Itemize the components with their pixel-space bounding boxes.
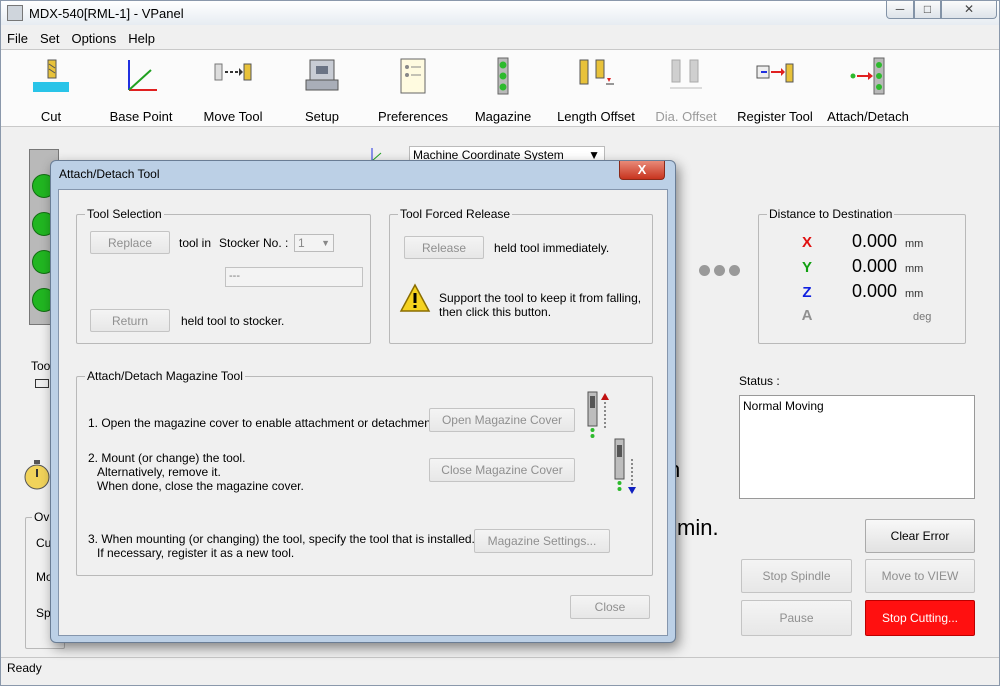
menu-help[interactable]: Help xyxy=(122,29,161,48)
clear-error-button[interactable]: Clear Error xyxy=(865,519,975,553)
attach-detach-dialog: Attach/Detach Tool X Tool Selection Repl… xyxy=(50,160,676,643)
tool-selection-group: Tool Selection Replace tool in Stocker N… xyxy=(76,207,371,344)
stop-spindle-button[interactable]: Stop Spindle xyxy=(741,559,852,593)
menu-set[interactable]: Set xyxy=(34,29,66,48)
dots-indicator xyxy=(699,265,743,277)
dialog-title: Attach/Detach Tool xyxy=(59,167,160,181)
move-to-view-button[interactable]: Move to VIEW xyxy=(865,559,975,593)
preferences-icon xyxy=(400,58,426,94)
status-label: Status : xyxy=(739,374,780,388)
toolbar-dia-offset-button: Dia. Offset xyxy=(649,56,723,126)
toolbar-magazine-button[interactable]: Magazine xyxy=(467,56,539,126)
axis-z-value: 0.000 xyxy=(851,281,897,301)
axis-row-x: X 0.000 mm xyxy=(801,231,924,251)
toolbar-register-tool-button[interactable]: Register Tool xyxy=(733,56,817,126)
dialog-body: Tool Selection Replace tool in Stocker N… xyxy=(58,189,668,636)
app-icon xyxy=(7,5,23,21)
open-cover-icon xyxy=(587,391,609,438)
cut-icon xyxy=(33,59,69,92)
status-bar: Ready xyxy=(1,657,999,685)
warning-icon xyxy=(399,283,431,312)
release-button[interactable]: Release xyxy=(404,236,484,259)
close-button[interactable]: Close xyxy=(570,595,650,619)
timer-icon xyxy=(24,460,50,490)
status-text: Normal Moving xyxy=(743,399,824,413)
window-title: MDX-540[RML-1] - VPanel xyxy=(29,6,184,21)
axis-row-a: A deg xyxy=(801,307,932,324)
tool-small-icon xyxy=(35,379,49,388)
axis-row-z: Z 0.000 mm xyxy=(802,281,924,301)
toolbar-attach-detach-button[interactable]: Attach/Detach xyxy=(823,56,913,126)
stop-cutting-button[interactable]: Stop Cutting... xyxy=(865,600,975,636)
minimize-button[interactable]: ─ xyxy=(886,1,914,19)
toolbar-preferences-button[interactable]: Preferences xyxy=(373,56,453,126)
axis-x-value: 0.000 xyxy=(851,231,897,251)
menu-file[interactable]: File xyxy=(1,29,34,48)
magazine-tool-group: Attach/Detach Magazine Tool 1. Open the … xyxy=(76,369,653,576)
tool-name-field: --- xyxy=(225,267,363,287)
axis-y-value: 0.000 xyxy=(851,256,897,276)
menu-options[interactable]: Options xyxy=(65,29,122,48)
title-bar: MDX-540[RML-1] - VPanel xyxy=(1,1,999,25)
base-point-icon xyxy=(128,60,157,91)
toolbar-cut-button[interactable]: Cut xyxy=(11,56,91,126)
menu-bar: File Set Options Help xyxy=(1,29,999,49)
close-icon: X xyxy=(637,162,647,177)
dialog-close-button[interactable]: X xyxy=(619,161,665,180)
attach-detach-icon xyxy=(850,57,885,95)
close-cover-icon xyxy=(614,438,636,494)
forced-release-group: Tool Forced Release Release held tool im… xyxy=(389,207,653,344)
chevron-down-icon: ▼ xyxy=(321,238,330,248)
toolbar-setup-button[interactable]: Setup xyxy=(287,56,357,126)
distance-group: Distance to Destination X 0.000 mm Y 0.0… xyxy=(758,207,966,344)
speed-unit-partial: min. xyxy=(677,515,719,540)
length-offset-icon xyxy=(579,59,614,85)
maximize-button[interactable]: □ xyxy=(914,1,941,19)
toolbar-base-point-button[interactable]: Base Point xyxy=(101,56,181,126)
open-magazine-cover-button[interactable]: Open Magazine Cover xyxy=(429,408,575,432)
toolbar: Cut Base Point Move Tool Setup Preferenc… xyxy=(1,49,999,127)
toolbar-length-offset-button[interactable]: Length Offset xyxy=(551,56,641,126)
status-box: Normal Moving xyxy=(739,395,975,499)
stocker-number-select[interactable]: 1 ▼ xyxy=(294,234,334,252)
magazine-settings-button[interactable]: Magazine Settings... xyxy=(474,529,610,553)
magazine-icon xyxy=(497,57,509,95)
close-magazine-cover-button[interactable]: Close Magazine Cover xyxy=(429,458,575,482)
toolbar-move-tool-button[interactable]: Move Tool xyxy=(191,56,275,126)
axis-row-y: Y 0.000 mm xyxy=(801,256,924,276)
register-tool-icon xyxy=(756,63,794,83)
pause-button[interactable]: Pause xyxy=(741,600,852,636)
setup-icon xyxy=(305,59,339,91)
replace-button[interactable]: Replace xyxy=(90,231,170,254)
dia-offset-icon xyxy=(670,59,702,89)
move-tool-icon xyxy=(214,63,252,81)
window-close-button[interactable]: ✕ xyxy=(941,1,997,19)
return-button[interactable]: Return xyxy=(90,309,170,332)
tool-label-partial: Too xyxy=(31,359,51,373)
